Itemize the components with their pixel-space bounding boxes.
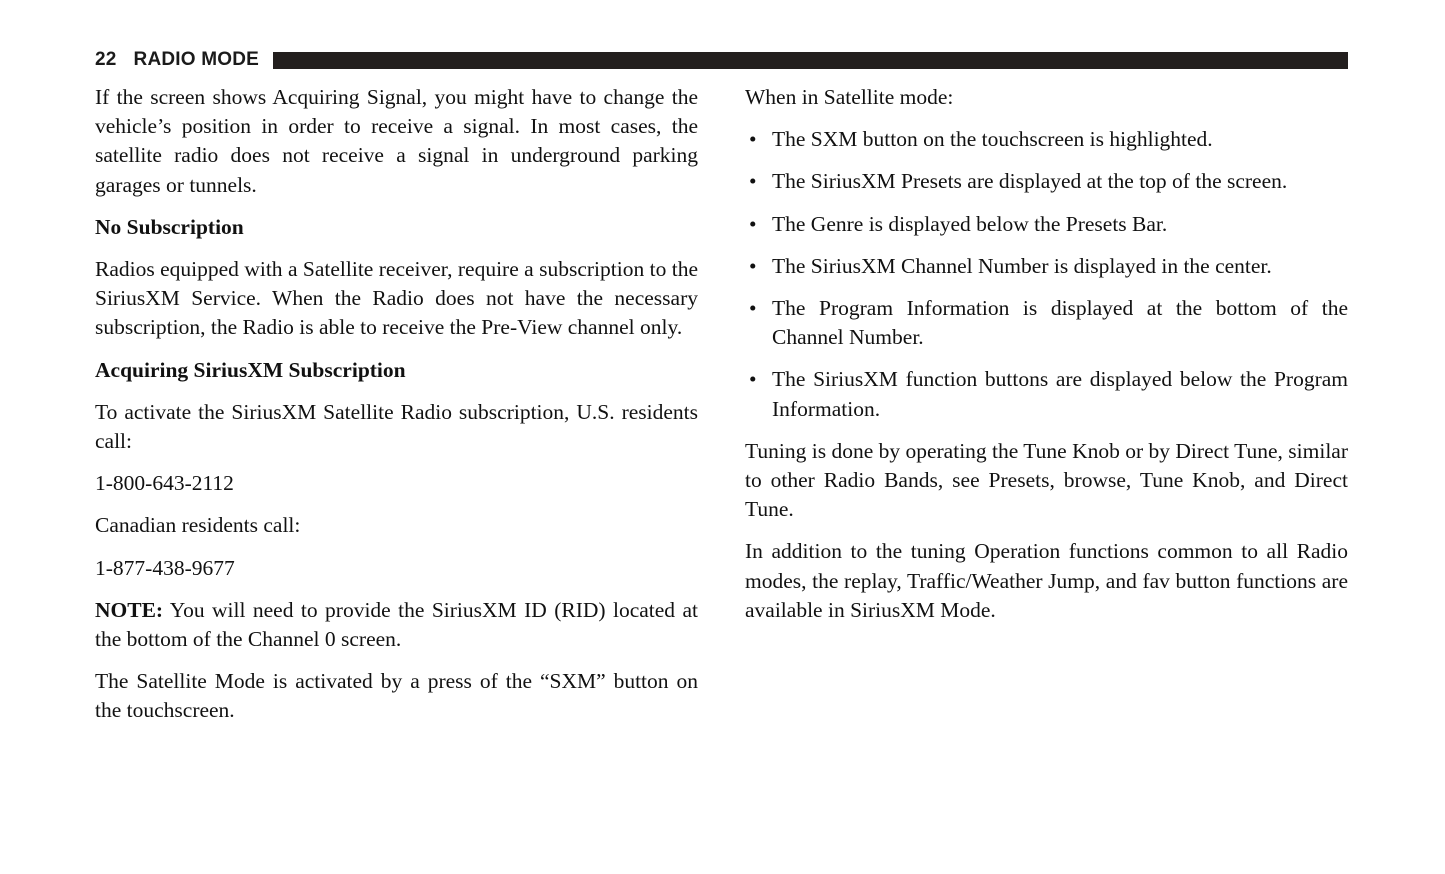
bullet-label: The Program Information is displayed at … — [772, 296, 1348, 350]
heading-no-subscription: No Subscription — [95, 214, 244, 239]
bullet-label: The SiriusXM Channel Number is displayed… — [772, 253, 1272, 278]
note-text: You will need to provide the SiriusXM ID… — [95, 597, 698, 652]
bullet-sxm-button-highlighted: • The SXM button on the touchscreen is hi… — [745, 125, 1348, 154]
manual-page: 22 RADIO MODE If the screen shows Acquir… — [0, 0, 1445, 874]
paragraph-additional-functions: In addition to the tuning Operation func… — [745, 539, 1348, 622]
bullet-channel-number-center: • The SiriusXM Channel Number is displaye… — [745, 252, 1348, 281]
bullet-label: The SXM button on the touchscreen is hig… — [772, 127, 1213, 152]
bullet-label: The SiriusXM function buttons are displa… — [772, 367, 1348, 421]
page-number: 22 — [95, 49, 117, 70]
bullet-marker-icon: • — [749, 296, 757, 321]
left-column: If the screen shows Acquiring Signal, yo… — [95, 83, 698, 739]
paragraph-activate-subscription: To activate the SiriusXM Satellite Radio… — [95, 399, 698, 454]
bullet-marker-icon: • — [749, 127, 757, 152]
page-body: If the screen shows Acquiring Signal, yo… — [95, 83, 1348, 739]
page-title: RADIO MODE — [133, 49, 260, 70]
bullet-marker-icon: • — [749, 169, 757, 194]
right-column-closing-paragraphs: Tuning is done by operating the Tune Kno… — [745, 437, 1348, 625]
right-column: When in Satellite mode: • The SXM button … — [745, 83, 1348, 739]
paragraph-canadian-residents: Canadian residents call: — [95, 513, 301, 538]
heading-acquiring-subscription: Acquiring SiriusXM Subscription — [95, 357, 406, 382]
paragraph-acquiring-signal: If the screen shows Acquiring Signal, yo… — [95, 85, 698, 197]
paragraph-when-in-satellite-mode: When in Satellite mode: — [745, 85, 954, 109]
paragraph-tuning-tune-knob: Tuning is done by operating the Tune Kno… — [745, 438, 1348, 522]
paragraph-canadian-phone-number: 1-877-438-9677 — [95, 555, 235, 580]
paragraph-satellite-mode-activation: The Satellite Mode is activated by a pre… — [95, 669, 698, 723]
bullet-marker-icon: • — [749, 253, 757, 278]
bullet-marker-icon: • — [749, 367, 757, 392]
bullet-presets-top-of-screen: • The SiriusXM Presets are displayed at t… — [745, 167, 1348, 196]
bullet-function-buttons-below: • The SiriusXM function buttons are displ… — [745, 365, 1348, 423]
satellite-mode-bullet-list: • The SXM button on the touchscreen is hi… — [745, 125, 1348, 424]
bullet-genre-below-presets-bar: • The Genre is displayed below the Preset… — [745, 210, 1348, 239]
note-label: NOTE: — [95, 597, 164, 622]
header-rule-bar — [273, 51, 1348, 69]
bullet-label: The SiriusXM Presets are displayed at th… — [772, 169, 1288, 194]
bullet-program-information-bottom: • The Program Information is displayed at… — [745, 294, 1348, 352]
page-header: 22 RADIO MODE — [95, 48, 1348, 72]
bullet-marker-icon: • — [749, 211, 757, 236]
paragraph-no-subscription: Radios equipped with a Satellite receive… — [95, 257, 698, 340]
paragraph-us-phone-number: 1-800-643-2112 — [95, 471, 234, 496]
bullet-label: The Genre is displayed below the Presets… — [772, 211, 1168, 236]
paragraph-note-siriusxm-id: NOTE: You will need to provide the Siriu… — [95, 596, 698, 654]
